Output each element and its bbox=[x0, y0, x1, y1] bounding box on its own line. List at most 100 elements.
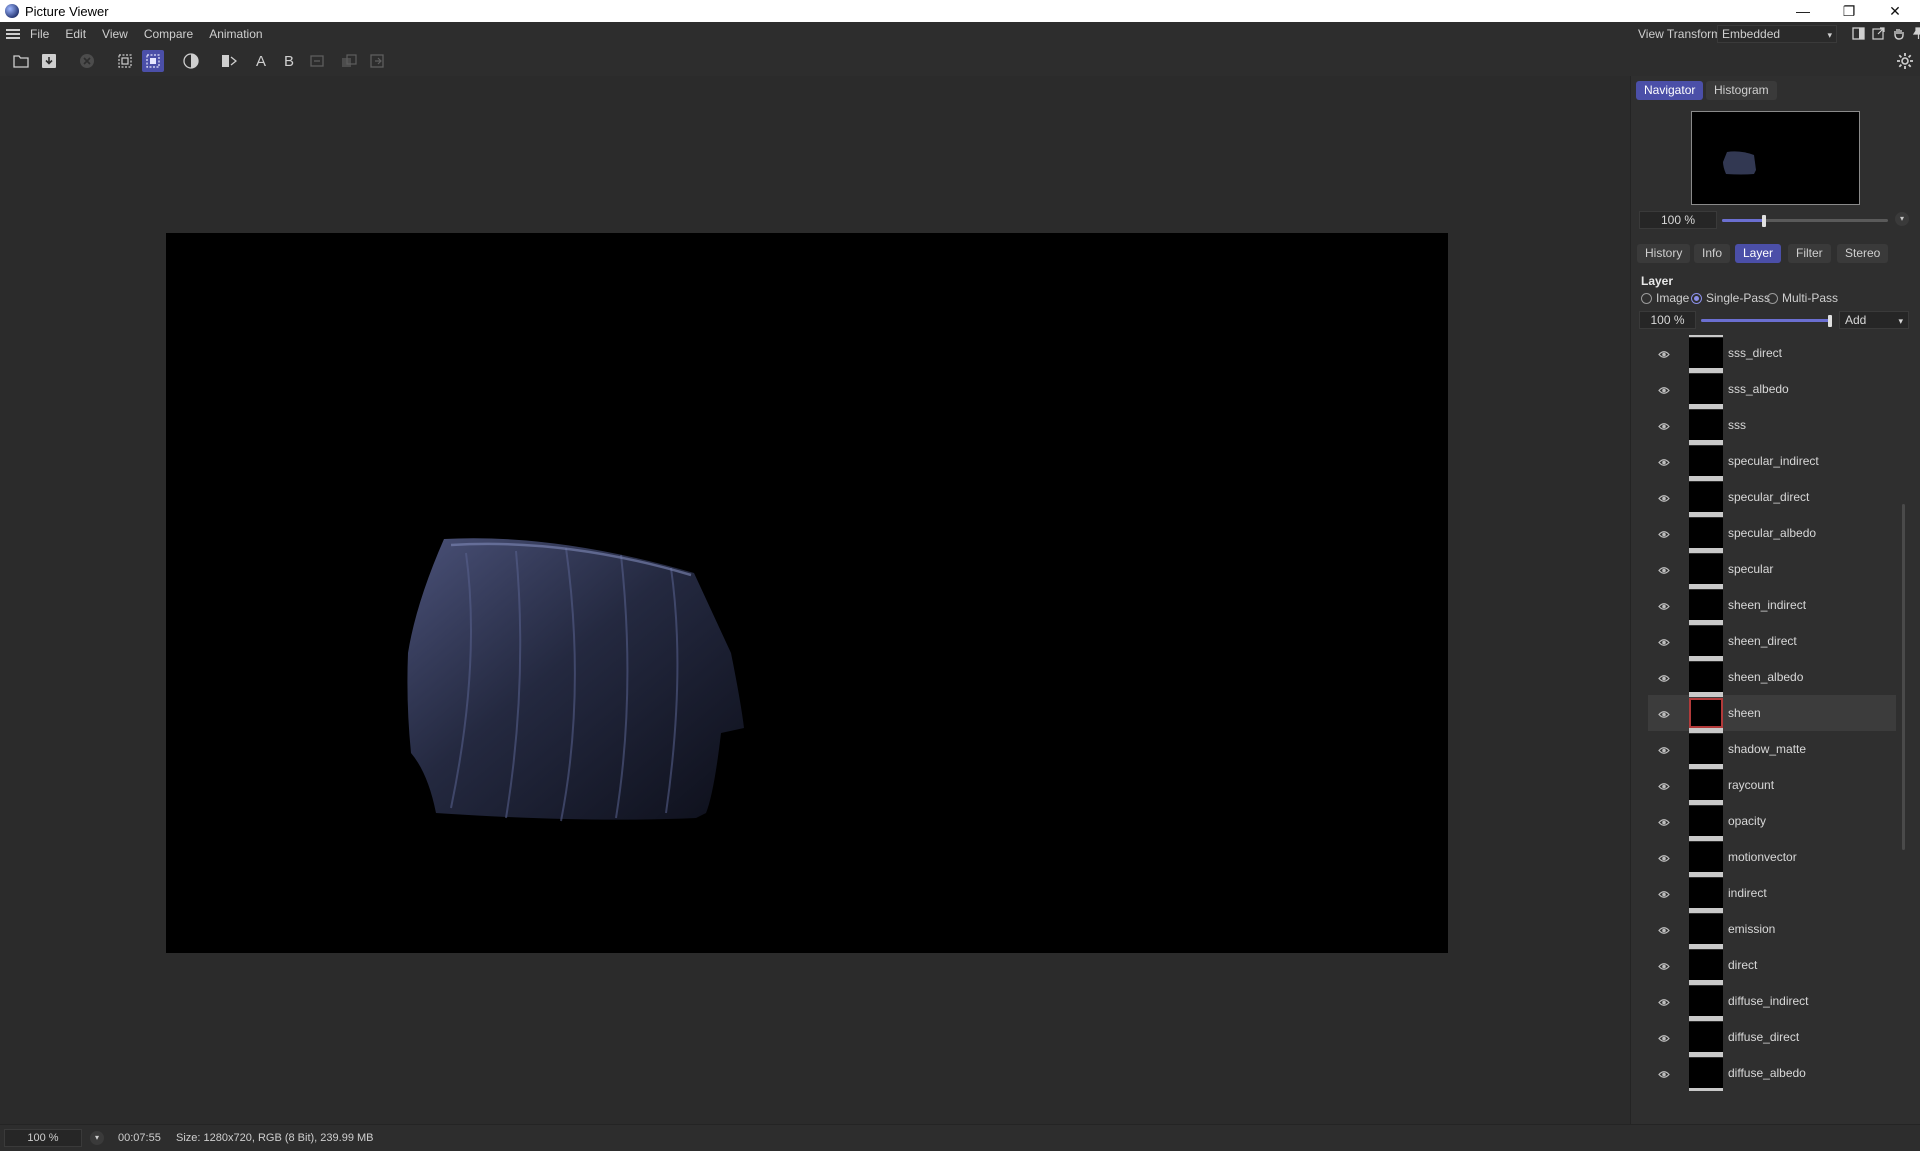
tab-stereo[interactable]: Stereo bbox=[1837, 244, 1889, 263]
menu-view[interactable]: View bbox=[102, 27, 128, 41]
layer-row[interactable]: sheen_albedo bbox=[1648, 658, 1896, 695]
layer-row[interactable]: diffuse_indirect bbox=[1648, 982, 1896, 1019]
maximize-button[interactable]: ❐ bbox=[1826, 0, 1872, 22]
eye-visibility-icon[interactable] bbox=[1658, 420, 1670, 430]
layer-row[interactable]: sss_direct bbox=[1648, 335, 1896, 371]
layer-list-scrollbar[interactable] bbox=[1902, 504, 1905, 850]
navigator-zoom-slider-handle[interactable] bbox=[1762, 215, 1766, 227]
layer-row[interactable]: sheen_direct bbox=[1648, 622, 1896, 659]
eye-visibility-icon[interactable] bbox=[1658, 996, 1670, 1006]
eye-visibility-icon[interactable] bbox=[1658, 492, 1670, 502]
layer-row[interactable]: specular_indirect bbox=[1648, 442, 1896, 479]
layer-row[interactable]: opacity bbox=[1648, 802, 1896, 839]
compare-a-icon[interactable]: A bbox=[250, 50, 272, 72]
tab-filter[interactable]: Filter bbox=[1788, 244, 1831, 263]
eye-visibility-icon[interactable] bbox=[1658, 960, 1670, 970]
mode-multi-pass-radio[interactable] bbox=[1767, 292, 1778, 304]
mode-image-radio[interactable] bbox=[1641, 292, 1652, 304]
eye-visibility-icon[interactable] bbox=[1658, 348, 1670, 358]
layer-thumbnail bbox=[1689, 698, 1723, 728]
eye-visibility-icon[interactable] bbox=[1658, 888, 1670, 898]
eye-visibility-icon[interactable] bbox=[1658, 672, 1670, 682]
pin-icon[interactable] bbox=[1909, 24, 1920, 42]
region-select-icon[interactable] bbox=[114, 50, 136, 72]
blend-mode-select[interactable]: Add ▾ bbox=[1839, 311, 1909, 329]
eye-visibility-icon[interactable] bbox=[1658, 852, 1670, 862]
eye-visibility-icon[interactable] bbox=[1658, 780, 1670, 790]
layer-row[interactable]: specular bbox=[1648, 550, 1896, 587]
export-compare-icon[interactable] bbox=[366, 50, 388, 72]
layer-row[interactable]: sheen bbox=[1648, 694, 1896, 731]
save-icon[interactable] bbox=[38, 50, 60, 72]
stop-render-icon[interactable] bbox=[76, 50, 98, 72]
menu-file[interactable]: File bbox=[30, 27, 49, 41]
tab-info[interactable]: Info bbox=[1694, 244, 1731, 263]
layer-row[interactable]: motionvector bbox=[1648, 838, 1896, 875]
layer-compare-icon[interactable] bbox=[338, 50, 360, 72]
eye-visibility-icon[interactable] bbox=[1658, 384, 1670, 394]
layer-row[interactable]: sheen_indirect bbox=[1648, 586, 1896, 623]
layer-opacity-slider-handle[interactable] bbox=[1828, 315, 1832, 327]
contrast-toggle-icon[interactable] bbox=[180, 50, 202, 72]
eye-visibility-icon[interactable] bbox=[1658, 924, 1670, 934]
region-render-icon[interactable] bbox=[142, 50, 164, 72]
layer-row[interactable]: direct bbox=[1648, 946, 1896, 983]
settings-gear-icon[interactable] bbox=[1894, 50, 1916, 72]
eye-visibility-icon[interactable] bbox=[1658, 744, 1670, 754]
mode-image-option[interactable]: Image bbox=[1641, 291, 1689, 305]
layer-row[interactable]: sss bbox=[1648, 406, 1896, 443]
menu-compare[interactable]: Compare bbox=[144, 27, 193, 41]
layer-row[interactable]: raycount bbox=[1648, 766, 1896, 803]
minimize-button[interactable]: — bbox=[1780, 0, 1826, 22]
navigator-thumbnail[interactable] bbox=[1691, 111, 1860, 205]
eye-visibility-icon[interactable] bbox=[1658, 600, 1670, 610]
layer-opacity-field[interactable]: 100 % bbox=[1639, 311, 1696, 329]
mode-multi-pass-option[interactable]: Multi-Pass bbox=[1767, 291, 1838, 305]
mode-single-pass-radio[interactable] bbox=[1691, 292, 1702, 304]
eye-visibility-icon[interactable] bbox=[1658, 636, 1670, 646]
eye-visibility-icon[interactable] bbox=[1658, 1032, 1670, 1042]
hamburger-menu-icon[interactable] bbox=[6, 29, 20, 39]
chevron-down-icon: ▾ bbox=[1827, 30, 1832, 40]
eye-visibility-icon[interactable] bbox=[1658, 528, 1670, 538]
layer-row[interactable]: diffuse_albedo bbox=[1648, 1054, 1896, 1091]
navigator-options-dropdown[interactable]: ▾ bbox=[1895, 212, 1909, 226]
tab-histogram[interactable]: Histogram bbox=[1706, 81, 1777, 100]
layer-row[interactable]: indirect bbox=[1648, 874, 1896, 911]
layer-row[interactable]: diffuse_direct bbox=[1648, 1018, 1896, 1055]
layer-row[interactable]: emission bbox=[1648, 910, 1896, 947]
layer-row[interactable]: specular_direct bbox=[1648, 478, 1896, 515]
eye-visibility-icon[interactable] bbox=[1658, 708, 1670, 718]
status-bar: 100 % ▾ 00:07:55 Size: 1280x720, RGB (8 … bbox=[0, 1124, 1920, 1151]
status-zoom-field[interactable]: 100 % bbox=[4, 1129, 82, 1147]
compare-split-icon[interactable] bbox=[306, 50, 328, 72]
navigator-zoom-field[interactable]: 100 % bbox=[1639, 211, 1717, 229]
tab-history[interactable]: History bbox=[1637, 244, 1691, 263]
menu-edit[interactable]: Edit bbox=[65, 27, 86, 41]
split-view-icon[interactable] bbox=[1849, 24, 1867, 42]
compare-b-icon[interactable]: B bbox=[278, 50, 300, 72]
close-button[interactable]: ✕ bbox=[1872, 0, 1918, 22]
detach-window-icon[interactable] bbox=[1869, 24, 1887, 42]
layer-row[interactable]: specular_albedo bbox=[1648, 514, 1896, 551]
layer-row[interactable]: shadow_matte bbox=[1648, 730, 1896, 767]
layer-list[interactable]: sss_direct sss_albedo sss specular_indirect… bbox=[1648, 335, 1896, 1117]
view-transform-select[interactable]: Embedded ▾ bbox=[1717, 25, 1837, 43]
image-viewport[interactable] bbox=[0, 76, 1630, 1124]
eye-visibility-icon[interactable] bbox=[1658, 564, 1670, 574]
layer-row[interactable]: sss_albedo bbox=[1648, 370, 1896, 407]
eye-visibility-icon[interactable] bbox=[1658, 456, 1670, 466]
open-folder-icon[interactable] bbox=[10, 50, 32, 72]
status-zoom-dropdown[interactable]: ▾ bbox=[90, 1131, 104, 1145]
mode-single-pass-option[interactable]: Single-Pass bbox=[1691, 291, 1770, 305]
compare-swap-icon[interactable] bbox=[218, 50, 240, 72]
eye-visibility-icon[interactable] bbox=[1658, 816, 1670, 826]
menu-animation[interactable]: Animation bbox=[209, 27, 262, 41]
eye-visibility-icon[interactable] bbox=[1658, 1068, 1670, 1078]
layer-thumbnail bbox=[1689, 338, 1723, 368]
hand-pan-icon[interactable] bbox=[1889, 24, 1907, 42]
compare-b-label: B bbox=[283, 52, 294, 70]
tab-layer[interactable]: Layer bbox=[1735, 244, 1782, 263]
layer-thumbnail bbox=[1689, 914, 1723, 944]
tab-navigator[interactable]: Navigator bbox=[1636, 81, 1704, 100]
